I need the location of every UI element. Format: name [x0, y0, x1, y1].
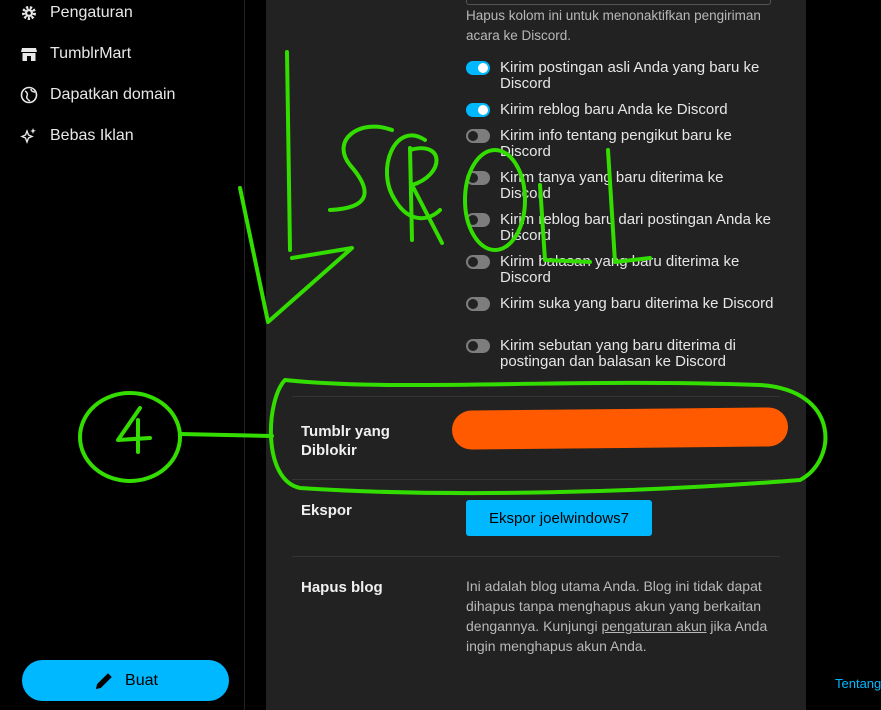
discord-toggle-row: Kirim suka yang baru diterima ke Discord: [466, 296, 776, 312]
discord-toggle-row: Kirim reblog baru Anda ke Discord: [466, 102, 776, 118]
section-divider: [292, 479, 780, 480]
blocked-tumblrs-label: Tumblr yang Diblokir: [301, 423, 390, 459]
sidebar-item-tumblrmart[interactable]: TumblrMart: [20, 42, 131, 66]
toggle-label: Kirim suka yang baru diterima ke Discord: [500, 295, 774, 312]
redacted-blocked-list: [451, 407, 789, 450]
footer-about-link[interactable]: Tentang: [835, 676, 881, 691]
toggle-label: Kirim sebutan yang baru diterima di post…: [500, 337, 736, 370]
toggle-label: Kirim reblog baru dari postingan Anda ke…: [500, 211, 771, 244]
sidebar-item-label: Dapatkan domain: [50, 86, 176, 103]
discord-toggle-reblogs-of-posts[interactable]: [466, 213, 490, 227]
account-settings-link[interactable]: pengaturan akun: [601, 618, 706, 634]
discord-toggle-row: Kirim postingan asli Anda yang baru ke D…: [466, 60, 776, 92]
gear-icon: [20, 4, 38, 22]
discord-hint-text: Hapus kolom ini untuk menonaktifkan peng…: [466, 8, 761, 43]
discord-toggle-original-posts[interactable]: [466, 61, 490, 75]
pencil-icon: [93, 670, 115, 692]
sidebar-item-ad-free[interactable]: Bebas Iklan: [20, 124, 134, 148]
discord-webhook-field[interactable]: [466, 0, 771, 5]
toggle-label: Kirim tanya yang baru diterima ke Discor…: [500, 169, 724, 202]
discord-toggle-reblogs[interactable]: [466, 103, 490, 117]
discord-toggle-row: Kirim sebutan yang baru diterima di post…: [466, 338, 776, 370]
toggle-label: Kirim reblog baru Anda ke Discord: [500, 101, 728, 118]
discord-toggle-likes[interactable]: [466, 297, 490, 311]
export-blog-button[interactable]: Ekspor joelwindows7: [466, 500, 652, 536]
export-label: Ekspor: [301, 502, 352, 519]
discord-toggle-row: Kirim balasan yang baru diterima ke Disc…: [466, 254, 776, 286]
section-divider: [292, 556, 780, 557]
discord-toggle-replies[interactable]: [466, 255, 490, 269]
create-post-label: Buat: [125, 671, 158, 689]
create-post-button[interactable]: Buat: [22, 660, 229, 701]
discord-toggle-row: Kirim info tentang pengikut baru ke Disc…: [466, 128, 776, 160]
sparkle-icon: [20, 127, 38, 145]
store-icon: [20, 45, 38, 63]
toggle-label: Kirim balasan yang baru diterima ke Disc…: [500, 253, 740, 286]
sidebar-item-label: Bebas Iklan: [50, 127, 134, 144]
toggle-label: Kirim postingan asli Anda yang baru ke D…: [500, 59, 760, 92]
toggle-label: Kirim info tentang pengikut baru ke Disc…: [500, 127, 732, 160]
discord-toggle-asks[interactable]: [466, 171, 490, 185]
sidebar-item-label: Pengaturan: [50, 4, 133, 21]
discord-toggle-row: Kirim reblog baru dari postingan Anda ke…: [466, 212, 776, 244]
sidebar-item-get-domain[interactable]: Dapatkan domain: [20, 83, 175, 107]
delete-blog-description: Ini adalah blog utama Anda. Blog ini tid…: [466, 576, 776, 656]
sidebar-item-settings[interactable]: Pengaturan: [20, 1, 133, 25]
sidebar: Pengaturan TumblrMart Dapatkan domain Be…: [0, 0, 245, 710]
sidebar-item-label: TumblrMart: [50, 45, 132, 62]
discord-toggle-mentions[interactable]: [466, 339, 490, 353]
section-divider: [292, 396, 780, 397]
globe-icon: [20, 86, 38, 104]
discord-toggle-new-followers[interactable]: [466, 129, 490, 143]
delete-blog-label: Hapus blog: [301, 579, 383, 596]
discord-toggle-row: Kirim tanya yang baru diterima ke Discor…: [466, 170, 776, 202]
